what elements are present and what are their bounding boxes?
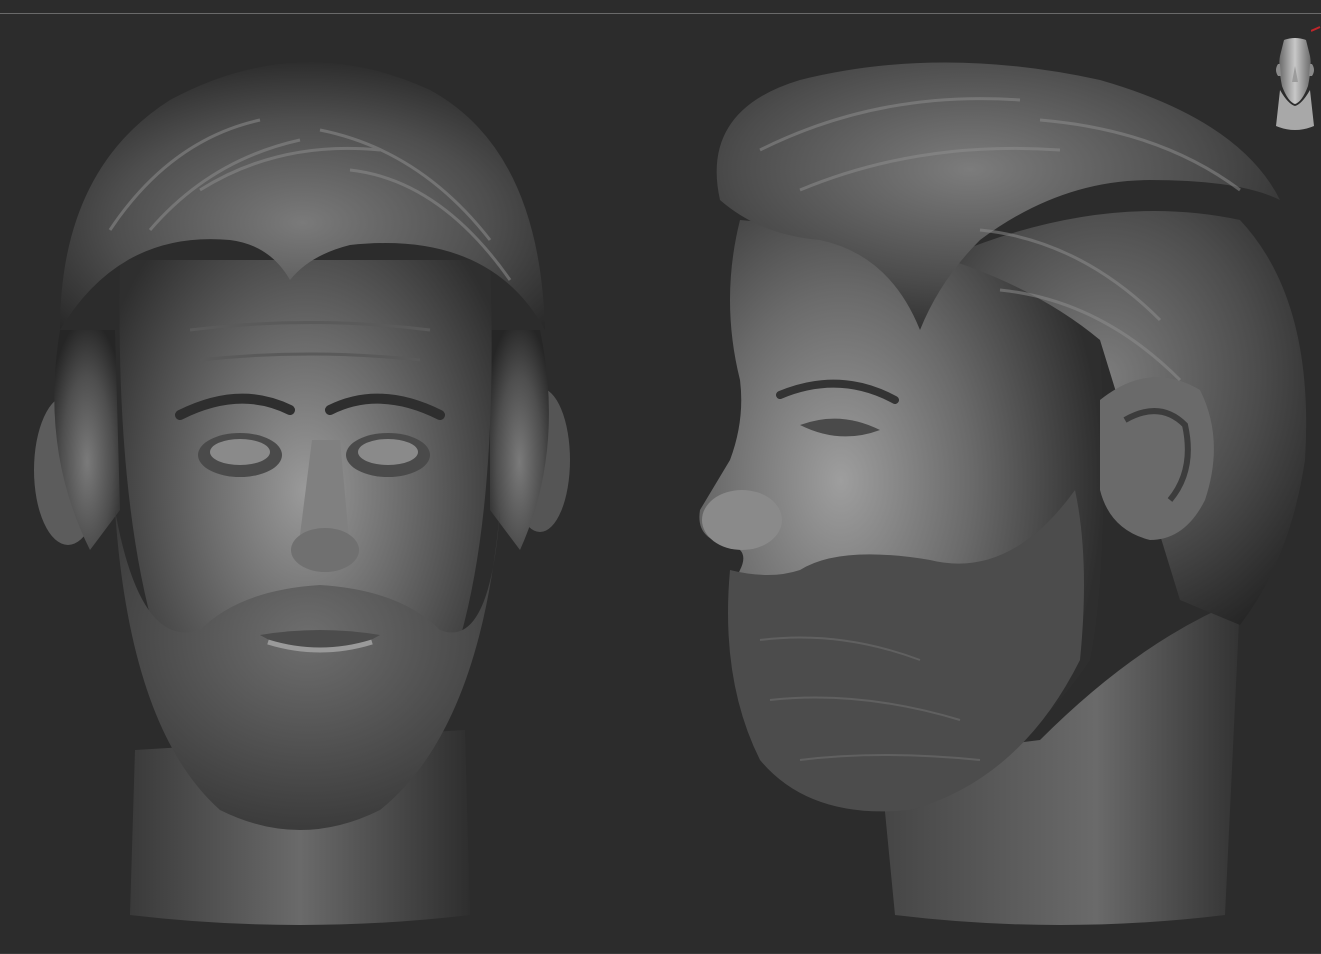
navigation-head-icon[interactable] [1272,36,1318,136]
axis-indicator-icon [1310,17,1321,32]
head-sculpt-profile-view[interactable] [680,40,1320,940]
head-sculpt-front-view[interactable] [20,30,580,940]
viewport-canvas[interactable] [0,0,1321,954]
viewport-top-border [0,13,1321,14]
